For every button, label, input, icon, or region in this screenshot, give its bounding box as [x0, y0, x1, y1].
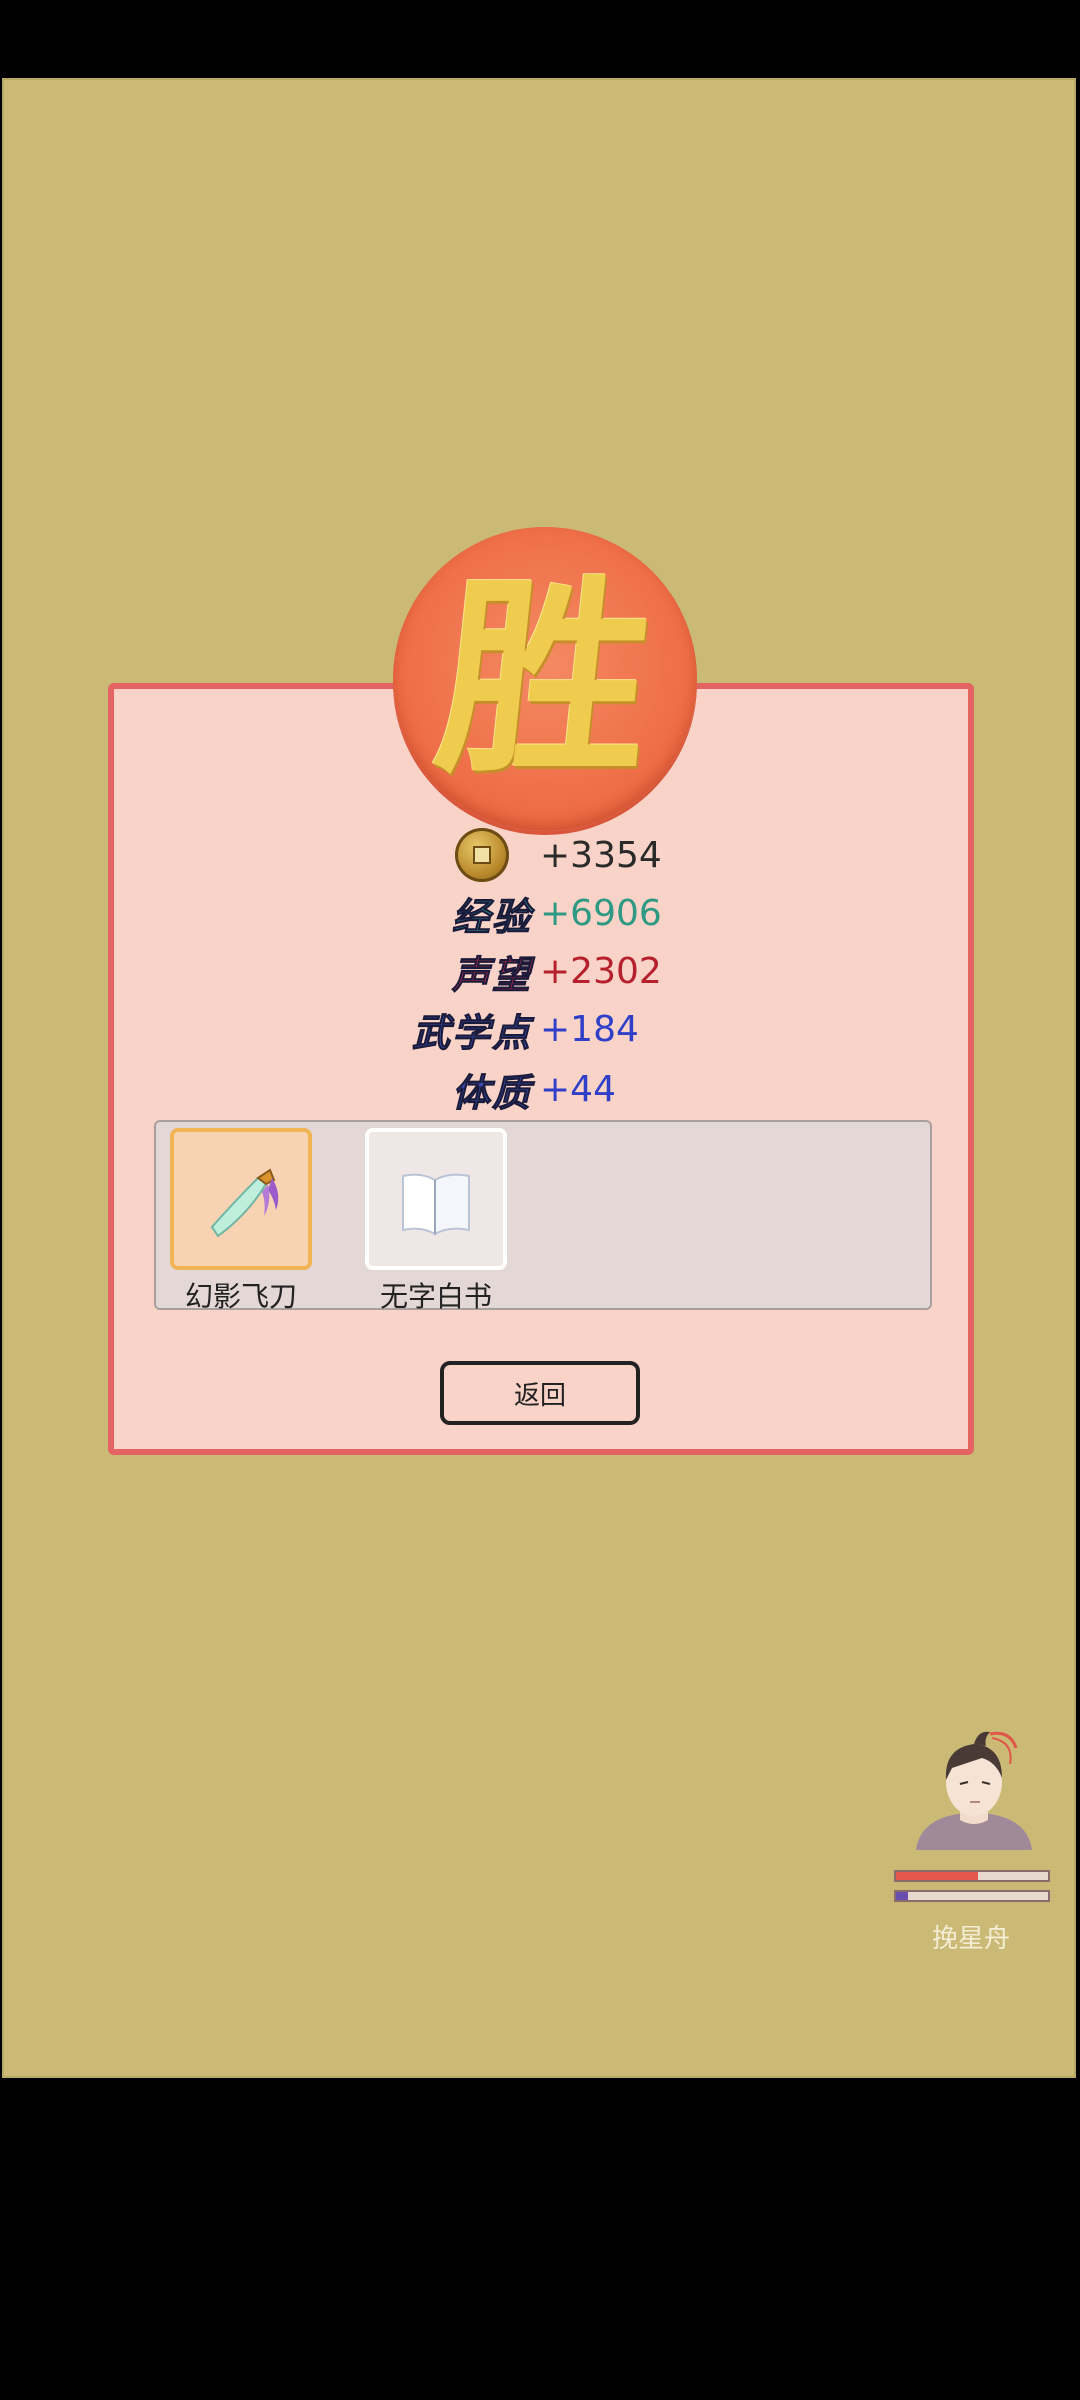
reward-row-exp: 经验 +6906	[0, 885, 1080, 941]
back-button[interactable]: 返回	[440, 1361, 640, 1425]
blank-book-icon	[402, 1173, 470, 1236]
item-name-flying-dagger: 幻影飞刀	[184, 1280, 297, 1313]
hero-hp-bar	[894, 1870, 1050, 1882]
item-slot-blank-book[interactable]	[365, 1128, 507, 1270]
reward-label-exp: 经验	[451, 893, 532, 939]
reward-label-reputation: 声望	[451, 951, 532, 997]
reward-value-constitution: +44	[540, 1068, 616, 1110]
reward-value-reputation: +2302	[540, 950, 662, 992]
victory-seal: 胜	[393, 527, 697, 831]
reward-value-martial-points: +184	[540, 1008, 639, 1050]
reward-row-constitution: 体质 +44	[0, 1061, 1080, 1117]
hero-avatar[interactable]	[898, 1722, 1048, 1852]
reward-row-reputation: 声望 +2302	[0, 943, 1080, 999]
reward-row-coins: +3354	[0, 827, 1080, 883]
item-slot-flying-dagger[interactable]	[170, 1128, 312, 1270]
screen: 胜 +3354 经验 +6906 声望 +2302 武学点 +184 体质 +4…	[0, 0, 1080, 2400]
hero-hp-fill	[896, 1872, 979, 1880]
reward-value-coins: +3354	[540, 834, 662, 876]
victory-text: 胜	[427, 555, 664, 802]
reward-label-martial-points: 武学点	[411, 1009, 532, 1055]
hero-mp-fill	[896, 1892, 909, 1900]
item-name-blank-book: 无字白书	[379, 1280, 492, 1313]
reward-value-exp: +6906	[540, 892, 662, 934]
hero-name: 挽星舟	[931, 1924, 1010, 1954]
hero-mp-bar	[894, 1890, 1050, 1902]
reward-label-constitution: 体质	[451, 1069, 532, 1115]
coin-icon	[455, 828, 509, 882]
flying-dagger-icon	[210, 1168, 279, 1238]
reward-row-martial-points: 武学点 +184	[0, 1001, 1080, 1057]
